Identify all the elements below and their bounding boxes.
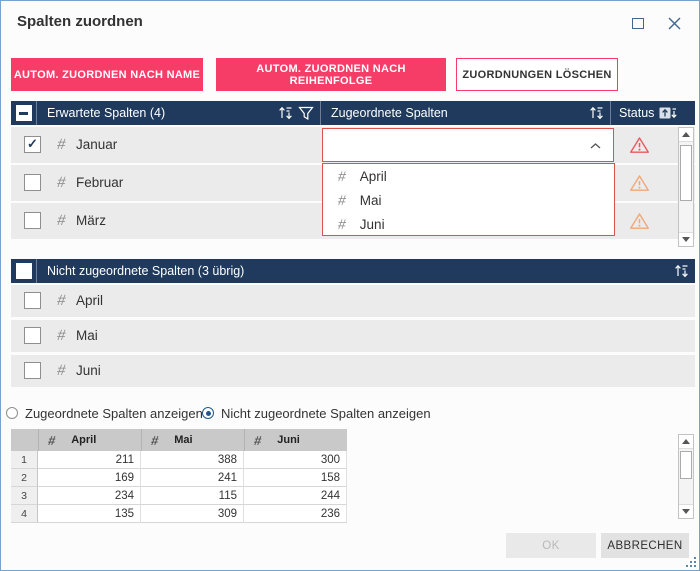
maximize-button[interactable] bbox=[627, 13, 649, 33]
unmapped-table-header: Nicht zugeordnete Spalten (3 übrig) bbox=[11, 259, 695, 283]
arrow-up-icon bbox=[682, 132, 690, 137]
radio-show-mapped-label[interactable]: Zugeordnete Spalten anzeigen bbox=[25, 406, 203, 421]
expected-column-name: März bbox=[76, 213, 106, 228]
number-type-icon bbox=[337, 216, 347, 232]
number-type-icon bbox=[337, 168, 347, 184]
preview-table-header: April Mai Juni bbox=[11, 429, 347, 451]
row-checkbox[interactable] bbox=[24, 136, 41, 153]
auto-map-by-order-button[interactable]: AUTOM. ZUORDNEN NACH REIHENFOLGE bbox=[216, 58, 446, 91]
preview-column-header[interactable]: Mai bbox=[141, 429, 244, 451]
preview-scrollbar[interactable] bbox=[678, 434, 694, 519]
unmapped-columns-header: Nicht zugeordnete Spalten (3 übrig) bbox=[47, 264, 245, 278]
radio-show-mapped[interactable] bbox=[6, 407, 18, 419]
status-warning-icon bbox=[630, 175, 649, 191]
scrollbar-thumb[interactable] bbox=[680, 145, 692, 201]
map-columns-dialog: Spalten zuordnen AUTOM. ZUORDNEN NACH NA… bbox=[0, 0, 700, 571]
sort-icon[interactable] bbox=[674, 264, 689, 278]
select-all-unmapped-checkbox[interactable] bbox=[15, 263, 32, 279]
select-all-checkbox[interactable] bbox=[15, 105, 32, 121]
number-type-icon bbox=[56, 174, 67, 191]
row-checkbox[interactable] bbox=[24, 174, 41, 191]
row-checkbox[interactable] bbox=[24, 327, 41, 344]
preview-table: April Mai Juni 1 211 388 300 2 169 241 1… bbox=[11, 429, 347, 523]
arrow-down-icon bbox=[682, 237, 690, 242]
resize-grip[interactable] bbox=[686, 557, 697, 568]
preview-row: 3 234 115 244 bbox=[11, 487, 347, 505]
dropdown-popup: April Mai Juni bbox=[322, 163, 615, 236]
number-type-icon bbox=[47, 433, 56, 448]
sort-icon[interactable] bbox=[278, 106, 293, 120]
preview-column-header[interactable]: April bbox=[38, 429, 141, 451]
dropdown-option-april[interactable]: April bbox=[323, 164, 614, 188]
unmapped-column-name: Juni bbox=[76, 363, 101, 378]
mapping-row-januar: Januar bbox=[11, 127, 695, 163]
close-button[interactable] bbox=[663, 13, 685, 33]
scroll-up-button[interactable] bbox=[679, 128, 693, 142]
chevron-up-icon bbox=[590, 143, 601, 149]
scroll-down-button[interactable] bbox=[679, 504, 693, 518]
clear-mappings-button[interactable]: ZUORDNUNGEN LÖSCHEN bbox=[456, 58, 618, 91]
status-error-icon bbox=[630, 137, 649, 153]
status-header: Status bbox=[619, 106, 655, 120]
number-type-icon bbox=[56, 292, 67, 309]
dropdown-option-juni[interactable]: Juni bbox=[323, 212, 614, 236]
maximize-icon bbox=[632, 17, 644, 29]
status-sort-icon[interactable] bbox=[659, 106, 678, 120]
preview-row: 2 169 241 158 bbox=[11, 469, 347, 487]
close-icon bbox=[668, 17, 680, 29]
mapped-columns-header: Zugeordnete Spalten bbox=[331, 106, 448, 120]
cancel-button[interactable]: ABBRECHEN bbox=[601, 533, 689, 558]
number-type-icon bbox=[56, 327, 67, 344]
number-type-icon bbox=[253, 433, 262, 448]
mapping-table-scrollbar[interactable] bbox=[678, 127, 694, 247]
unmapped-column-name: April bbox=[76, 293, 104, 308]
arrow-down-icon bbox=[682, 509, 690, 514]
preview-row: 4 135 309 236 bbox=[11, 505, 347, 523]
unmapped-column-name: Mai bbox=[76, 328, 98, 343]
expected-column-name: Januar bbox=[76, 137, 118, 152]
row-checkbox[interactable] bbox=[24, 362, 41, 379]
number-type-icon bbox=[337, 192, 347, 208]
number-type-icon bbox=[150, 433, 159, 448]
scroll-down-button[interactable] bbox=[679, 232, 693, 246]
scroll-up-button[interactable] bbox=[679, 435, 693, 449]
number-type-icon bbox=[56, 362, 67, 379]
expected-column-name: Februar bbox=[76, 175, 124, 190]
unmapped-row-juni: Juni bbox=[11, 355, 695, 387]
dropdown-option-mai[interactable]: Mai bbox=[323, 188, 614, 212]
expected-columns-header: Erwartete Spalten (4) bbox=[47, 106, 166, 120]
unmapped-row-april: April bbox=[11, 285, 695, 317]
scrollbar-thumb[interactable] bbox=[680, 451, 692, 479]
preview-toggle: Zugeordnete Spalten anzeigen Nicht zugeo… bbox=[1, 405, 699, 423]
radio-show-unmapped[interactable] bbox=[202, 407, 214, 419]
ok-button[interactable]: OK bbox=[506, 533, 596, 558]
number-type-icon bbox=[56, 212, 67, 229]
arrow-up-icon bbox=[682, 439, 690, 444]
row-checkbox[interactable] bbox=[24, 292, 41, 309]
mapping-table-header: Erwartete Spalten (4) Zugeordnete Spalte… bbox=[11, 101, 695, 125]
filter-icon[interactable] bbox=[298, 106, 314, 120]
unmapped-row-mai: Mai bbox=[11, 320, 695, 352]
auto-map-by-name-button[interactable]: AUTOM. ZUORDNEN NACH NAME bbox=[11, 58, 203, 91]
sort-icon[interactable] bbox=[589, 106, 604, 120]
preview-column-header[interactable]: Juni bbox=[244, 429, 347, 451]
preview-row: 1 211 388 300 bbox=[11, 451, 347, 469]
dialog-title: Spalten zuordnen bbox=[17, 13, 143, 30]
radio-show-unmapped-label[interactable]: Nicht zugeordnete Spalten anzeigen bbox=[221, 406, 431, 421]
row-checkbox[interactable] bbox=[24, 212, 41, 229]
mapped-column-dropdown[interactable] bbox=[322, 128, 614, 162]
status-warning-icon bbox=[630, 213, 649, 229]
number-type-icon bbox=[56, 136, 67, 153]
